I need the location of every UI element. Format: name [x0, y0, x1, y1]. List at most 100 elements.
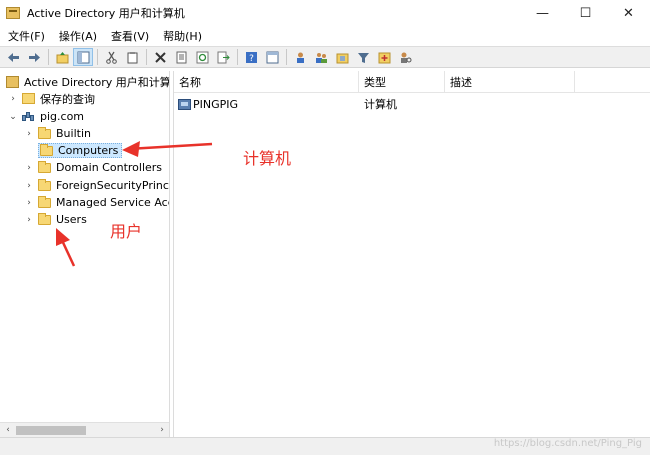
show-console-tree-button[interactable]: [73, 48, 93, 66]
new-group-button[interactable]: [311, 48, 331, 66]
tree-item-foreign-security-principals[interactable]: › ForeignSecurityPrincipa: [24, 177, 169, 194]
close-button[interactable]: ✕: [607, 0, 650, 26]
delegate-icon: [400, 52, 411, 63]
scrollbar-thumb[interactable]: [16, 426, 86, 435]
tree-expander-empty: [24, 146, 34, 156]
folder-icon: [40, 143, 53, 156]
minimize-button[interactable]: —: [521, 0, 564, 26]
column-header-name[interactable]: 名称: [174, 71, 359, 93]
tree-item-domain[interactable]: ⌄ pig.com: [8, 108, 84, 125]
menu-bar: 文件(F) 操作(A) 查看(V) 帮助(H): [0, 26, 650, 45]
refresh-button[interactable]: [192, 48, 212, 66]
tree-item-label: Managed Service Acco: [56, 196, 170, 209]
new-user-button[interactable]: [290, 48, 310, 66]
list-cell-type: 计算机: [364, 98, 397, 111]
delete-icon: [154, 51, 166, 63]
cut-button[interactable]: [101, 48, 121, 66]
app-icon: [6, 7, 20, 19]
filter-icon: [357, 52, 369, 63]
folder-icon: [38, 126, 51, 139]
saved-queries-icon: [22, 93, 35, 104]
chevron-right-icon[interactable]: ›: [24, 215, 34, 225]
horizontal-scrollbar[interactable]: ‹ ›: [0, 422, 169, 437]
annotation-label-users: 用户: [110, 222, 143, 241]
toolbar-separator: [286, 49, 287, 65]
tree-item-managed-service-accounts[interactable]: › Managed Service Acco: [24, 194, 170, 211]
export-list-button[interactable]: [213, 48, 233, 66]
tree-item-builtin[interactable]: › Builtin: [24, 125, 91, 142]
console-tree[interactable]: Active Directory 用户和计算机 › 保存的查询 ⌄ pig.co…: [0, 71, 170, 437]
list-header: 名称 类型 描述: [174, 71, 650, 93]
add-group-icon: [315, 52, 327, 63]
folder-icon: [38, 212, 51, 225]
menu-action[interactable]: 操作(A): [52, 28, 104, 44]
annotation-label-computers: 计算机: [243, 149, 292, 168]
folder-icon: [38, 195, 51, 208]
tree-item-label: ForeignSecurityPrincipa: [56, 179, 169, 192]
delete-button[interactable]: [150, 48, 170, 66]
tree-item-users[interactable]: › Users: [24, 211, 87, 228]
folder-icon: [38, 178, 51, 191]
menu-view[interactable]: 查看(V): [104, 28, 156, 44]
tree-item-label: 保存的查询: [40, 92, 95, 106]
tree-item-label: Domain Controllers: [56, 161, 163, 174]
toolbar-separator: [48, 49, 49, 65]
export-list-icon: [217, 51, 230, 63]
column-header-description[interactable]: 描述: [445, 71, 575, 93]
scroll-right-icon[interactable]: ›: [155, 424, 169, 437]
copy-button[interactable]: [122, 48, 142, 66]
add-to-group-button[interactable]: [374, 48, 394, 66]
chevron-right-icon[interactable]: ›: [24, 163, 34, 173]
folder-icon: [38, 160, 51, 173]
domain-icon: [22, 111, 35, 123]
filter-button[interactable]: [353, 48, 373, 66]
back-button[interactable]: [3, 48, 23, 66]
list-item[interactable]: PINGPIG 计算机: [174, 95, 575, 113]
list-cell-name: PINGPIG: [174, 98, 359, 111]
chevron-right-icon[interactable]: ›: [24, 181, 34, 191]
chevron-right-icon[interactable]: ›: [24, 198, 34, 208]
back-arrow-icon: [7, 52, 19, 62]
window-controls: — ☐ ✕: [521, 0, 650, 26]
refresh-icon: [196, 51, 208, 63]
new-ou-button[interactable]: [332, 48, 352, 66]
chevron-down-icon[interactable]: ⌄: [8, 112, 18, 122]
cut-icon: [105, 51, 117, 64]
menu-help[interactable]: 帮助(H): [156, 28, 209, 44]
delegate-control-button[interactable]: [395, 48, 415, 66]
menu-file[interactable]: 文件(F): [0, 28, 52, 44]
tree-item-domain-controllers[interactable]: › Domain Controllers: [24, 159, 162, 176]
computer-icon: [178, 98, 191, 110]
tree-root-label: Active Directory 用户和计算机: [24, 75, 170, 89]
tree-item-label: pig.com: [40, 110, 85, 123]
tree-item-label: Users: [56, 213, 87, 226]
tree-item-label: Builtin: [56, 127, 91, 140]
chevron-right-icon[interactable]: ›: [8, 94, 18, 104]
help-button[interactable]: ?: [241, 48, 261, 66]
copy-icon: [127, 51, 137, 63]
maximize-button[interactable]: ☐: [564, 0, 607, 26]
scroll-left-icon[interactable]: ‹: [1, 424, 15, 437]
tree-item-saved-queries[interactable]: › 保存的查询: [8, 90, 95, 107]
selected-node[interactable]: Computers: [38, 143, 123, 158]
tree-item-computers[interactable]: Computers: [24, 142, 123, 159]
add-object-icon: [378, 52, 390, 63]
tree-root[interactable]: Active Directory 用户和计算机: [6, 73, 170, 90]
toolbar: ?: [0, 46, 650, 68]
column-header-type[interactable]: 类型: [359, 71, 445, 93]
chevron-right-icon[interactable]: ›: [24, 129, 34, 139]
toolbar-separator: [97, 49, 98, 65]
results-pane[interactable]: 名称 类型 描述 PINGPIG 计算机: [173, 71, 650, 437]
show-pane-button[interactable]: [262, 48, 282, 66]
title-bar: Active Directory 用户和计算机 — ☐ ✕: [0, 0, 650, 26]
properties-button[interactable]: [171, 48, 191, 66]
forward-button[interactable]: [24, 48, 44, 66]
tree-item-label: Computers: [58, 144, 119, 157]
show-pane-icon: [266, 51, 278, 63]
up-level-button[interactable]: [52, 48, 72, 66]
toolbar-separator: [237, 49, 238, 65]
properties-icon: [176, 51, 186, 63]
toolbar-separator: [146, 49, 147, 65]
forward-arrow-icon: [28, 52, 40, 62]
console-tree-icon: [77, 51, 89, 63]
